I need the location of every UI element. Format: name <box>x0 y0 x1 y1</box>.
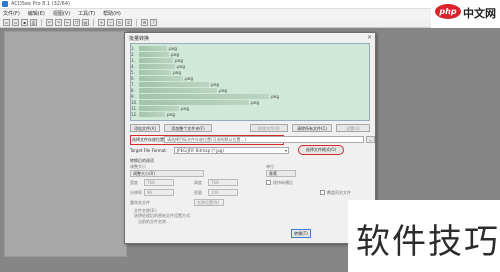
new-icon[interactable]: ▫ <box>3 19 10 26</box>
watermark-text: 软件技巧 <box>356 222 500 262</box>
zoom-out-icon[interactable]: − <box>107 19 114 26</box>
menu-tools[interactable]: 工具(T) <box>78 10 95 17</box>
copy-icon[interactable]: ❐ <box>73 19 80 26</box>
options-grid: 调整大小 调整大小(R) 单位 像素 宽度 768 高度 768 保持纵横比 分… <box>130 164 375 224</box>
dialog-title: 批量转换 <box>129 36 150 42</box>
list-item[interactable]: 10. .png <box>131 100 369 105</box>
open-icon[interactable]: ▭ <box>12 19 19 26</box>
blurred-filename <box>139 112 165 117</box>
output-folder-field[interactable]: 请选择目标文件存放位置(可选的默认位置...) <box>164 136 364 143</box>
blurred-filename <box>139 100 249 105</box>
file-buttons: 添加文件(A) 添加整个文件夹(F) 移除文件(R) 清除所有文件(C) 设置(… <box>130 124 370 133</box>
cut-icon[interactable]: ✂ <box>64 19 71 26</box>
menu-bar: 文件(F) 编辑(E) 视图(V) 工具(T) 帮助(H) <box>0 9 500 18</box>
list-item[interactable]: 2. .png <box>131 52 369 57</box>
blurred-filename <box>139 106 179 111</box>
format-label: Target File Format: <box>130 148 168 153</box>
list-item[interactable]: 3. .png <box>131 58 369 63</box>
dpi-label: 分辨率 <box>130 190 142 195</box>
logo-badge: php <box>435 4 461 19</box>
blurred-filename <box>139 46 167 51</box>
crop-icon[interactable]: ⌗ <box>125 19 132 26</box>
document-canvas <box>4 31 127 257</box>
output-folder-label: 选择文件存放位置 <box>132 137 164 142</box>
list-item[interactable]: 11. .png <box>131 106 369 111</box>
remove-all-button[interactable]: 清除所有文件(C) <box>292 124 332 132</box>
blurred-filename <box>139 94 269 99</box>
php-cn-logo: php 中文网 <box>431 0 500 28</box>
dpi-input[interactable]: 96 <box>144 189 174 196</box>
menu-view[interactable]: 视图(V) <box>53 10 70 17</box>
add-file-button[interactable]: 添加文件(A) <box>130 124 160 132</box>
list-item[interactable]: 5. .png <box>131 70 369 75</box>
print-icon[interactable]: ⎙ <box>30 19 37 26</box>
keep-ratio-checkbox[interactable] <box>266 180 271 185</box>
batch-convert-dialog: 批量转换 × 1. .png 2. .png 3. .png 4. .png 5. .pn… <box>124 32 376 244</box>
keep-ratio-label: 保持纵横比 <box>273 180 293 185</box>
rename-button[interactable]: 名称设置(N) <box>194 199 224 206</box>
settings-icon[interactable]: ⚙ <box>141 19 148 26</box>
resize-select[interactable]: 调整大小(R) <box>130 170 204 177</box>
select-format-button[interactable]: 选择文件格式(O) <box>298 145 344 155</box>
save-icon[interactable]: ▪ <box>21 19 28 26</box>
redo-icon[interactable]: ↷ <box>55 19 62 26</box>
rotate-icon[interactable]: ↻ <box>116 19 123 26</box>
width-label: 宽度 <box>130 180 138 185</box>
list-item[interactable]: 9. .png <box>131 94 369 99</box>
help-icon[interactable]: ? <box>150 19 157 26</box>
blurred-filename <box>139 64 175 69</box>
height-input[interactable]: 768 <box>208 179 238 186</box>
height-label: 高度 <box>194 180 202 185</box>
watermark: 软件技巧 <box>348 200 500 272</box>
close-icon[interactable]: × <box>366 34 373 41</box>
blurred-filename <box>139 82 209 87</box>
menu-edit[interactable]: 编辑(E) <box>28 10 45 17</box>
app-icon <box>2 1 8 7</box>
menu-file[interactable]: 文件(F) <box>3 10 20 17</box>
zoom-in-icon[interactable]: + <box>98 19 105 26</box>
output-folder-row: 选择文件存放位置 请选择目标文件存放位置(可选的默认位置...) ... <box>130 135 380 145</box>
blurred-filename <box>139 58 173 63</box>
blurred-filename <box>139 70 171 75</box>
quality-label: 质量 <box>194 190 202 195</box>
list-item[interactable]: 8. .png <box>131 88 369 93</box>
format-row: Target File Format: JPEG/JFIF Bitmap (*.… <box>130 145 380 155</box>
logo-suffix: 中文网 <box>463 7 496 20</box>
remove-file-button[interactable]: 移除文件(R) <box>250 124 288 132</box>
file-list[interactable]: 1. .png 2. .png 3. .png 4. .png 5. .png 6. .pn… <box>130 43 370 121</box>
overwrite-label: 覆盖同名文件 <box>327 190 351 195</box>
overwrite-checkbox[interactable] <box>320 190 325 195</box>
list-item[interactable]: 6. .png <box>131 76 369 81</box>
settings-button[interactable]: 设置(S) <box>336 124 370 132</box>
toolbar: ▫ ▭ ▪ ⎙ ↶ ↷ ✂ ❐ ▤ + − ↻ ⌗ ⚙ ? <box>0 18 500 28</box>
toolbar-separator <box>41 19 42 26</box>
window-title: ACDSee Pro 8.1 (32/64) <box>11 1 70 7</box>
convert-button[interactable]: 转换(T) <box>291 229 311 238</box>
list-item[interactable]: 1. .png <box>131 46 369 51</box>
width-input[interactable]: 768 <box>144 179 174 186</box>
format-select[interactable]: JPEG/JFIF Bitmap (*.jpg) ▾ <box>174 147 289 154</box>
undo-icon[interactable]: ↶ <box>46 19 53 26</box>
note-current: 当前的文件名称... <box>138 219 170 224</box>
add-folder-button[interactable]: 添加整个文件夹(F) <box>164 124 212 132</box>
browse-button[interactable]: ... <box>366 136 375 143</box>
toolbar-separator <box>136 19 137 26</box>
rename-label: 重命名文件 <box>130 200 150 205</box>
toolbar-separator <box>93 19 94 26</box>
chevron-down-icon: ▾ <box>284 148 287 153</box>
blurred-filename <box>139 88 217 93</box>
list-item[interactable]: 7. .png <box>131 82 369 87</box>
blurred-filename <box>139 76 183 81</box>
list-item[interactable]: 12. .png <box>131 112 369 117</box>
list-item[interactable]: 4. .png <box>131 64 369 69</box>
paste-icon[interactable]: ▤ <box>82 19 89 26</box>
blurred-filename <box>139 52 169 57</box>
quality-input[interactable]: 100 <box>208 189 238 196</box>
window-titlebar: ACDSee Pro 8.1 (32/64) <box>0 0 500 9</box>
menu-help[interactable]: 帮助(H) <box>103 10 121 17</box>
unit-select[interactable]: 像素 <box>266 170 296 177</box>
